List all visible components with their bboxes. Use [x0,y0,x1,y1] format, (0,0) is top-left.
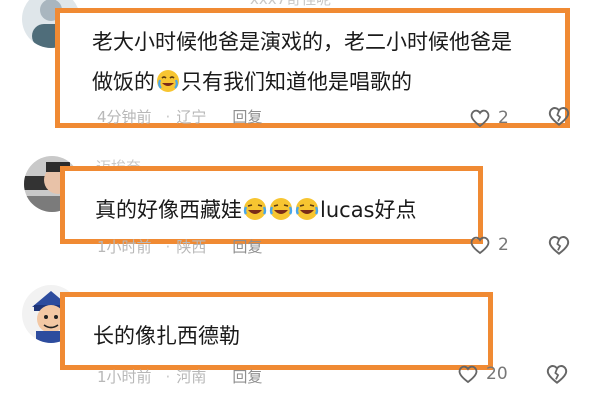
heart-outline-icon [470,109,490,128]
comment-location: 辽宁 [176,108,207,126]
reply-button[interactable]: 回复 [232,236,262,257]
like-count: 2 [498,235,509,255]
reply-button[interactable]: 回复 [232,366,262,387]
like-button[interactable]: 20 [456,362,508,386]
meta-separator: · [165,367,171,386]
like-count: 20 [486,364,508,384]
comment-text: 老大小时候他爸是演戏的，老二小时候他爸是 做饭的 只有我们知道他是唱歌的 [92,30,512,94]
broken-heart-icon[interactable] [546,103,572,129]
laugh-tears-emoji-icon [243,197,267,221]
like-button[interactable]: 2 [468,233,509,257]
laugh-tears-emoji-icon [269,197,293,221]
comment-text: 真的好像西藏娃 lucas好点 [95,197,417,222]
comment-time: 1小时前 [97,368,152,386]
comment-time: 1小时前 [97,238,152,256]
comment-text: 长的像扎西德勒 [93,324,240,348]
comment-time: 4分钟前 [97,108,152,126]
like-button[interactable]: 2 [468,106,509,130]
comment-meta: 1小时前 · 陕西 回复 [97,236,262,257]
comment-location: 河南 [176,368,207,386]
meta-separator: · [165,237,171,256]
heart-outline-icon [458,365,478,384]
reply-button[interactable]: 回复 [232,106,262,127]
heart-outline-icon [470,236,490,255]
comment-meta: 4分钟前 · 辽宁 回复 [97,106,262,127]
like-count: 2 [498,108,509,128]
cry-laugh-emoji-icon [156,69,180,93]
comment-meta: 1小时前 · 河南 回复 [97,366,262,387]
laugh-tears-emoji-icon [295,197,319,221]
comment-location: 陕西 [176,238,207,256]
broken-heart-icon[interactable] [546,232,572,258]
broken-heart-icon[interactable] [544,361,570,387]
meta-separator: · [165,107,171,126]
